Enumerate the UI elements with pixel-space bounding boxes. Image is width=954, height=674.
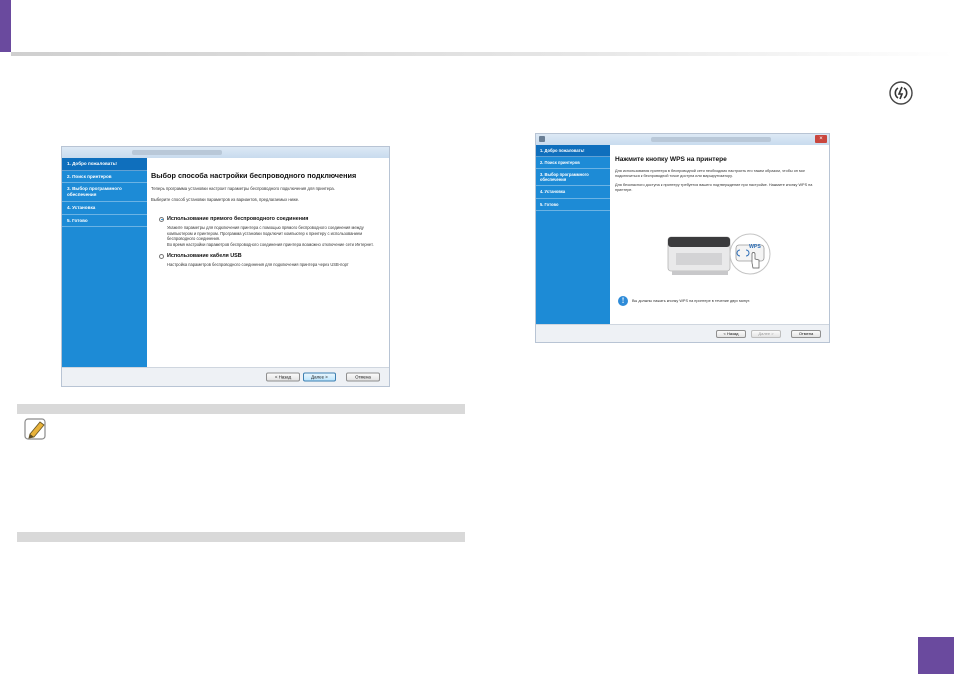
radio-unselected[interactable] <box>159 253 164 259</box>
wireless-setup-window: 1. Добро пожаловать! 2. Поиск принтеров … <box>61 146 390 387</box>
page-number-badge <box>918 637 954 674</box>
app-icon <box>539 136 545 142</box>
back-button[interactable]: < Назад <box>716 329 746 338</box>
cancel-button[interactable]: Отмена <box>791 329 821 338</box>
instruction-text: Для использования принтера в беспроводно… <box>615 169 806 179</box>
sidebar-step: 1. Добро пожаловать! <box>536 145 610 158</box>
header-rule <box>11 52 954 56</box>
window-heading: Выбор способа настройки беспроводного по… <box>151 171 357 180</box>
prompt-text: Выберите способ установки параметров из … <box>151 196 300 202</box>
cancel-button[interactable]: Отмена <box>346 372 380 382</box>
printer-wps-illustration <box>667 233 771 275</box>
sidebar-step: 5. Готово <box>62 215 147 228</box>
note-box <box>17 404 465 542</box>
next-button[interactable]: Далее > <box>751 329 781 338</box>
option-label: Использование кабеля USB <box>167 253 242 260</box>
button-bar: < Назад Далее > Отмена <box>536 324 829 342</box>
option-label: Использование прямого беспроводного соед… <box>167 216 309 223</box>
steps-sidebar: 1. Добро пожаловать! 2. Поиск принтеров … <box>62 158 147 367</box>
note-top-bar <box>17 404 465 414</box>
steps-sidebar: 1. Добро пожаловать! 2. Поиск принтеров … <box>536 145 610 324</box>
sidebar-step: 4. Установка <box>536 186 610 199</box>
next-button[interactable]: Далее > <box>303 372 336 382</box>
button-bar: < Назад Далее > Отмена <box>62 367 389 386</box>
chapter-tab <box>0 0 11 52</box>
pencil-note-icon <box>24 418 46 440</box>
title-bar: × <box>536 134 829 145</box>
intro-text: Теперь программа установки настроит пара… <box>151 186 335 191</box>
option-direct-wireless[interactable]: Использование прямого беспроводного соед… <box>159 216 384 247</box>
sidebar-step: 3. Выбор программного обеспечения <box>536 169 610 187</box>
sidebar-step: 5. Готово <box>536 199 610 211</box>
title-bar <box>62 147 389 158</box>
sidebar-step: 4. Установка <box>62 202 147 215</box>
sidebar-step: 2. Поиск принтеров <box>536 157 610 170</box>
sidebar-step: 1. Добро пожаловать! <box>62 158 147 171</box>
sidebar-step: 2. Поиск принтеров <box>62 171 147 184</box>
option-usb-cable[interactable]: Использование кабеля USB Настройка парам… <box>159 253 384 268</box>
window-content: Выбор способа настройки беспроводного по… <box>147 158 389 367</box>
note-bottom-bar <box>17 532 465 542</box>
option-description: Укажите параметры для подключения принте… <box>167 225 374 247</box>
instruction-text: Для безопасного доступа к принтеру требу… <box>615 183 813 193</box>
wps-symbol-icon <box>889 81 913 105</box>
back-button[interactable]: < Назад <box>266 372 300 382</box>
radio-selected[interactable] <box>159 216 164 222</box>
window-heading: Нажмите кнопку WPS на принтере <box>615 156 727 163</box>
wps-setup-window: × 1. Добро пожаловать! 2. Поиск принтеро… <box>535 133 830 343</box>
option-description: Настройка параметров беспроводного соеди… <box>167 262 349 268</box>
window-content: Нажмите кнопку WPS на принтере Для испол… <box>610 145 829 324</box>
info-note: ! Вы должны нажать кнопку WPS на принтер… <box>618 296 750 306</box>
close-icon[interactable]: × <box>815 135 827 143</box>
wps-button-label: WPS <box>749 244 761 250</box>
sidebar-step: 3. Выбор программного обеспечения <box>62 183 147 202</box>
info-icon: ! <box>618 296 628 306</box>
